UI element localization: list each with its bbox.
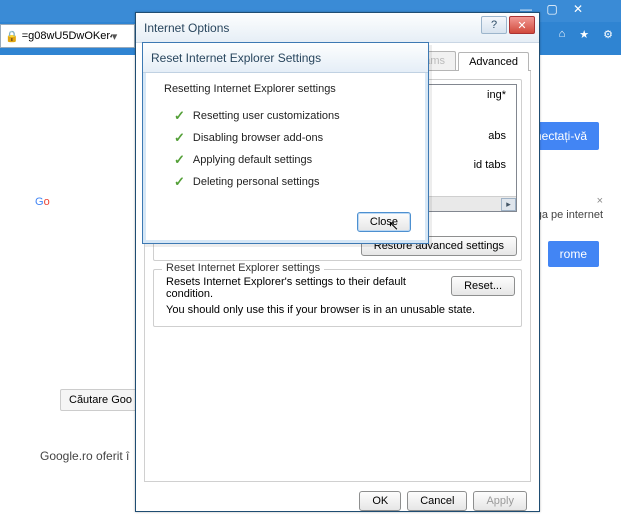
toolbar-icons: ⌂ ★ ⚙ (559, 28, 613, 41)
progress-titlebar[interactable]: Reset Internet Explorer Settings (143, 43, 428, 73)
reset-description: Resets Internet Explorer's settings to t… (160, 276, 443, 300)
window-close-button[interactable]: ✕ (565, 0, 591, 18)
chrome-download-button[interactable]: rome (548, 241, 599, 267)
reset-note: You should only use this if your browser… (166, 304, 515, 316)
window-max-button[interactable]: ▢ (539, 0, 565, 18)
progress-heading: Resetting Internet Explorer settings (164, 83, 411, 95)
ok-button[interactable]: OK (359, 491, 401, 511)
dialog-close-button[interactable]: ✕ (509, 16, 535, 34)
favorites-icon[interactable]: ★ (579, 28, 589, 41)
check-icon: ✓ (174, 152, 185, 168)
apply-button[interactable]: Apply (473, 491, 527, 511)
check-icon: ✓ (174, 174, 185, 190)
cancel-button[interactable]: Cancel (407, 491, 467, 511)
dialog-title: Internet Options (144, 21, 229, 35)
address-input[interactable] (22, 30, 112, 42)
google-logo: Go (35, 155, 50, 219)
reset-button[interactable]: Reset... (451, 276, 515, 296)
home-icon[interactable]: ⌂ (559, 28, 566, 41)
scroll-right-arrow-icon[interactable]: ▸ (501, 198, 516, 211)
progress-item-addons: Disabling browser add-ons (193, 132, 323, 144)
progress-item-defaults: Applying default settings (193, 154, 312, 166)
check-icon: ✓ (174, 130, 185, 146)
progress-item-personal: Deleting personal settings (193, 176, 320, 188)
check-icon: ✓ (174, 108, 185, 124)
reset-group-title: Reset Internet Explorer settings (162, 262, 324, 274)
google-offered-text: Google.ro oferit î (40, 449, 129, 463)
address-bar[interactable]: 🔒 ▾ (0, 24, 135, 48)
tab-advanced[interactable]: Advanced (458, 52, 529, 71)
dialog-footer: OK Cancel Apply (144, 482, 531, 511)
google-search-button[interactable]: Căutare Goo (60, 389, 141, 411)
address-dropdown-icon[interactable]: ▾ (112, 30, 118, 43)
tools-gear-icon[interactable]: ⚙ (603, 28, 613, 41)
dialog-titlebar[interactable]: Internet Options ? ✕ (136, 13, 539, 43)
promo-close-icon[interactable]: × (597, 195, 603, 207)
progress-close-button[interactable]: Close (357, 212, 411, 232)
dialog-help-button[interactable]: ? (481, 16, 507, 34)
reset-progress-dialog: Reset Internet Explorer Settings Resetti… (142, 42, 429, 244)
progress-item-customizations: Resetting user customizations (193, 110, 340, 122)
lock-icon: 🔒 (5, 30, 19, 43)
setting-partial-0: ing* (487, 88, 506, 103)
